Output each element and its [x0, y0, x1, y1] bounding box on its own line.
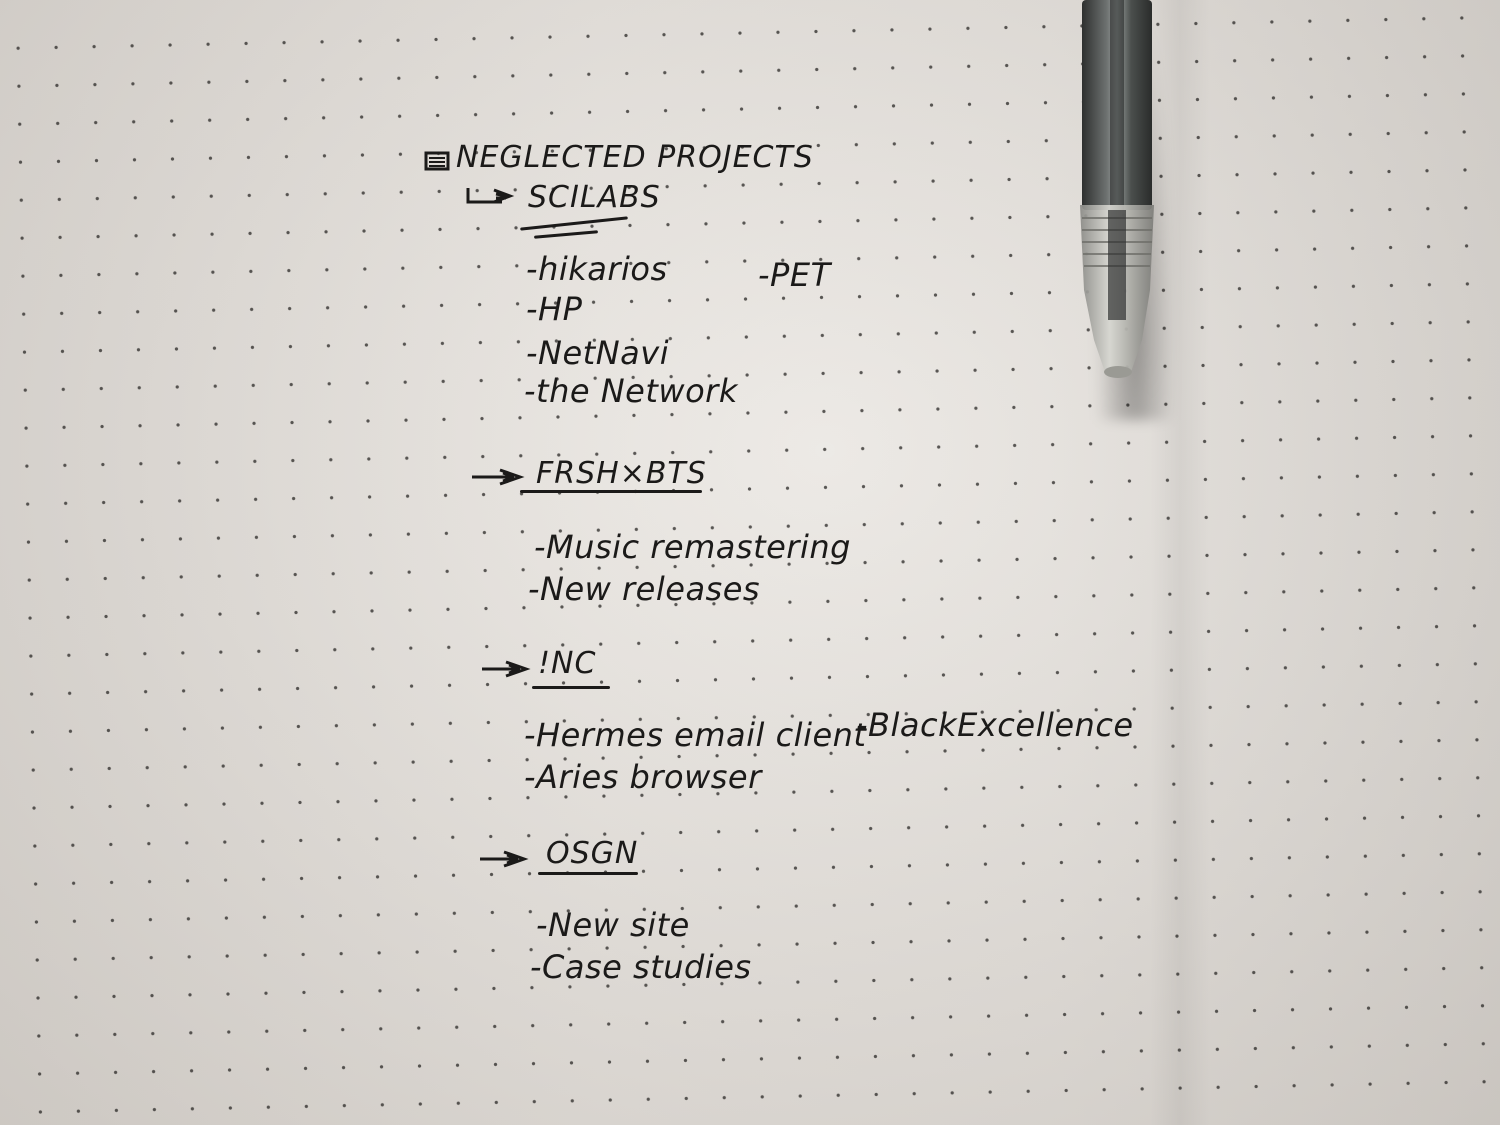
- arrow-bullet-icon: [466, 188, 515, 204]
- section-heading-inc: !NC: [538, 646, 597, 681]
- list-item: -Music remastering: [534, 528, 851, 566]
- list-item: -New releases: [528, 570, 761, 608]
- section-heading-frsh-bts: FRSH×BTS: [536, 456, 707, 491]
- section-heading-osgn: OSGN: [546, 836, 639, 871]
- list-item: -Aries browser: [524, 758, 762, 796]
- heading-underline: [532, 686, 610, 689]
- list-item-aside: -BlackExcellence: [856, 706, 1134, 744]
- arrow-bullet-icon: [482, 660, 531, 678]
- page-title: NEGLECTED PROJECTS: [456, 140, 814, 175]
- heading-underline: [520, 490, 702, 493]
- heading-underline: [538, 872, 638, 875]
- list-item: -hikarios: [526, 250, 668, 288]
- arrow-bullet-icon: [472, 468, 525, 486]
- list-item: -New site: [536, 906, 690, 944]
- arrow-bullet-icon: [480, 850, 529, 868]
- list-item-aside: -PET: [758, 256, 831, 294]
- list-item: -HP: [526, 290, 583, 328]
- section-heading-scilabs: SCILABS: [528, 180, 661, 215]
- list-item: -Hermes email client: [524, 716, 867, 754]
- list-item: -Case studies: [530, 948, 752, 986]
- list-item: -the Network: [524, 372, 738, 410]
- list-item: -NetNavi: [526, 334, 670, 372]
- checkbox-icon: [424, 151, 450, 171]
- pen: [1080, 0, 1154, 378]
